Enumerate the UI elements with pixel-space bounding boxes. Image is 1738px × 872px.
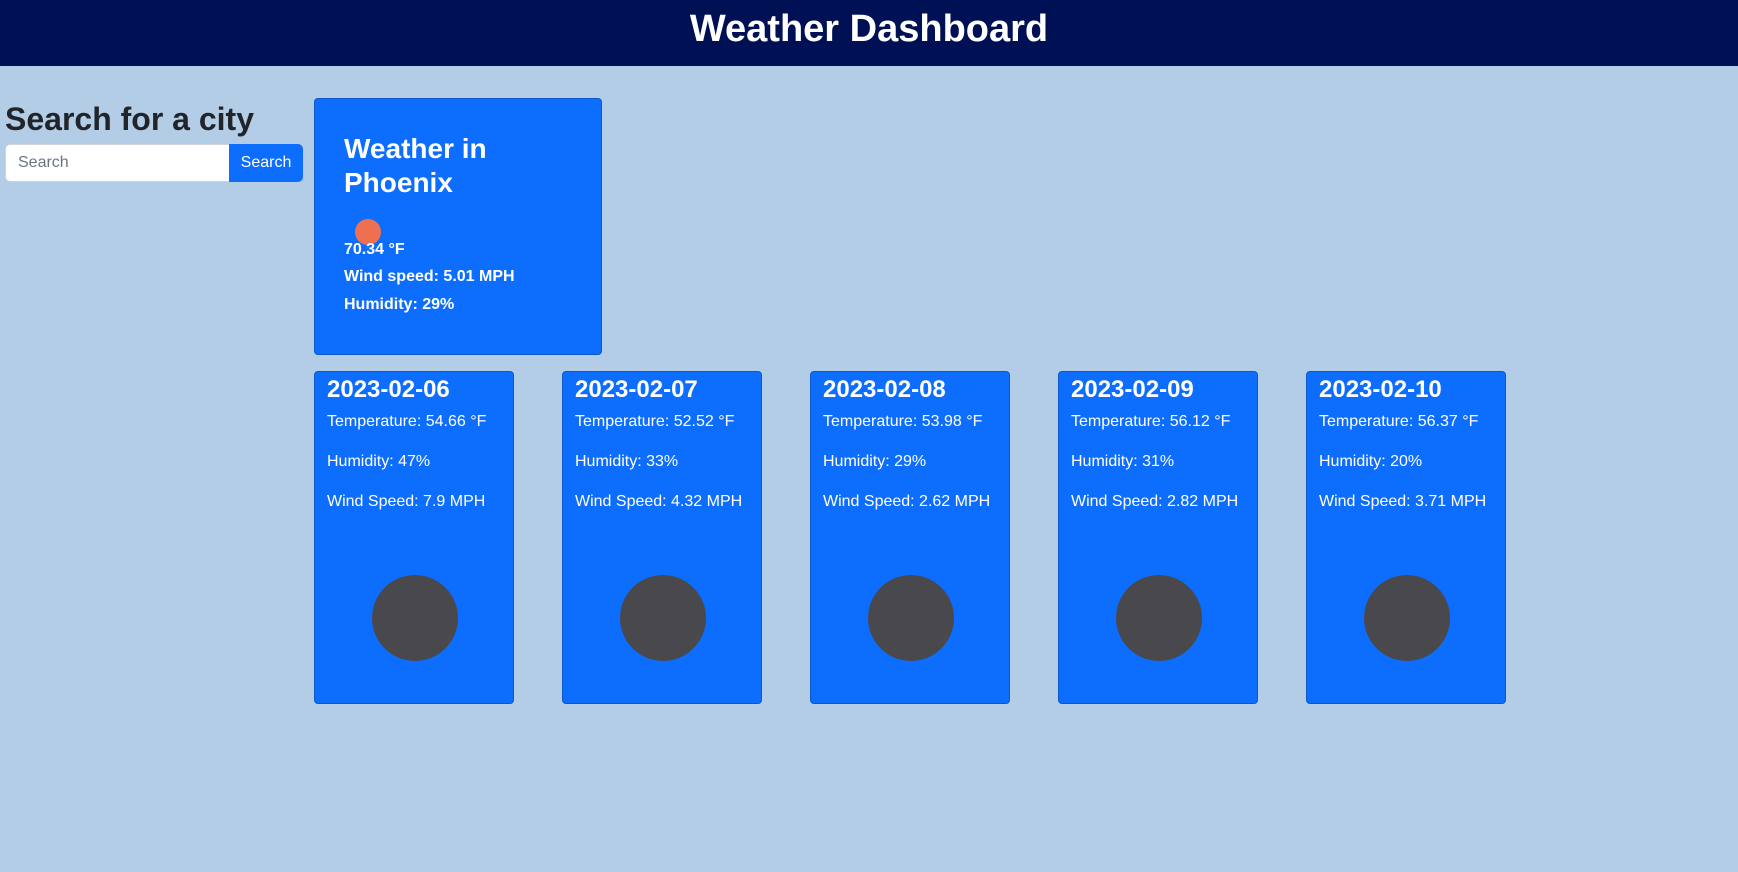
current-humidity: Humidity: 29% [344, 296, 455, 313]
forecast-wind-speed: Wind Speed: 7.9 MPH [327, 493, 486, 510]
search-form: Search [5, 144, 303, 182]
page-title: Weather Dashboard [689, 8, 1049, 50]
forecast-card-day-1: 2023-02-06 Temperature: 54.66 °F Humidit… [314, 371, 514, 704]
forecast-card-day-4: 2023-02-09 Temperature: 56.12 °F Humidit… [1058, 371, 1258, 704]
forecast-temperature: Temperature: 54.66 °F [327, 413, 487, 430]
search-panel: Search for a city Search [5, 98, 303, 182]
forecast-date: 2023-02-08 [823, 376, 946, 403]
weather-icon [1364, 575, 1450, 661]
search-button[interactable]: Search [229, 144, 303, 182]
forecast-wind-speed: Wind Speed: 2.82 MPH [1071, 493, 1239, 510]
forecast-humidity: Humidity: 47% [327, 453, 431, 470]
forecast-temperature: Temperature: 56.37 °F [1319, 413, 1479, 430]
forecast-wind-speed: Wind Speed: 2.62 MPH [823, 493, 991, 510]
forecast-date: 2023-02-09 [1071, 376, 1194, 403]
forecast-temperature: Temperature: 53.98 °F [823, 413, 983, 430]
forecast-humidity: Humidity: 31% [1071, 453, 1175, 470]
app-header: Weather Dashboard [0, 0, 1738, 66]
forecast-temperature: Temperature: 56.12 °F [1071, 413, 1231, 430]
forecast-wind-speed: Wind Speed: 3.71 MPH [1319, 493, 1487, 510]
current-weather-title: Weather in Phoenix [344, 133, 487, 198]
forecast-wind-speed: Wind Speed: 4.32 MPH [575, 493, 743, 510]
forecast-humidity: Humidity: 20% [1319, 453, 1423, 470]
forecast-humidity: Humidity: 33% [575, 453, 679, 470]
current-wind-speed: Wind speed: 5.01 MPH [344, 268, 515, 285]
weather-icon [1116, 575, 1202, 661]
forecast-date: 2023-02-10 [1319, 376, 1442, 403]
forecast-card-day-5: 2023-02-10 Temperature: 56.37 °F Humidit… [1306, 371, 1506, 704]
search-heading: Search for a city [5, 101, 254, 137]
forecast-temperature: Temperature: 52.52 °F [575, 413, 735, 430]
weather-icon [372, 575, 458, 661]
forecast-card-day-2: 2023-02-07 Temperature: 52.52 °F Humidit… [562, 371, 762, 704]
weather-icon [620, 575, 706, 661]
forecast-humidity: Humidity: 29% [823, 453, 927, 470]
current-weather-card: Weather in Phoenix 70.34 °F Wind speed: … [314, 98, 602, 355]
weather-icon [868, 575, 954, 661]
forecast-date: 2023-02-07 [575, 376, 698, 403]
forecast-date: 2023-02-06 [327, 376, 450, 403]
search-input[interactable] [5, 144, 229, 182]
current-temperature: 70.34 °F [344, 241, 405, 258]
forecast-card-day-3: 2023-02-08 Temperature: 53.98 °F Humidit… [810, 371, 1010, 704]
